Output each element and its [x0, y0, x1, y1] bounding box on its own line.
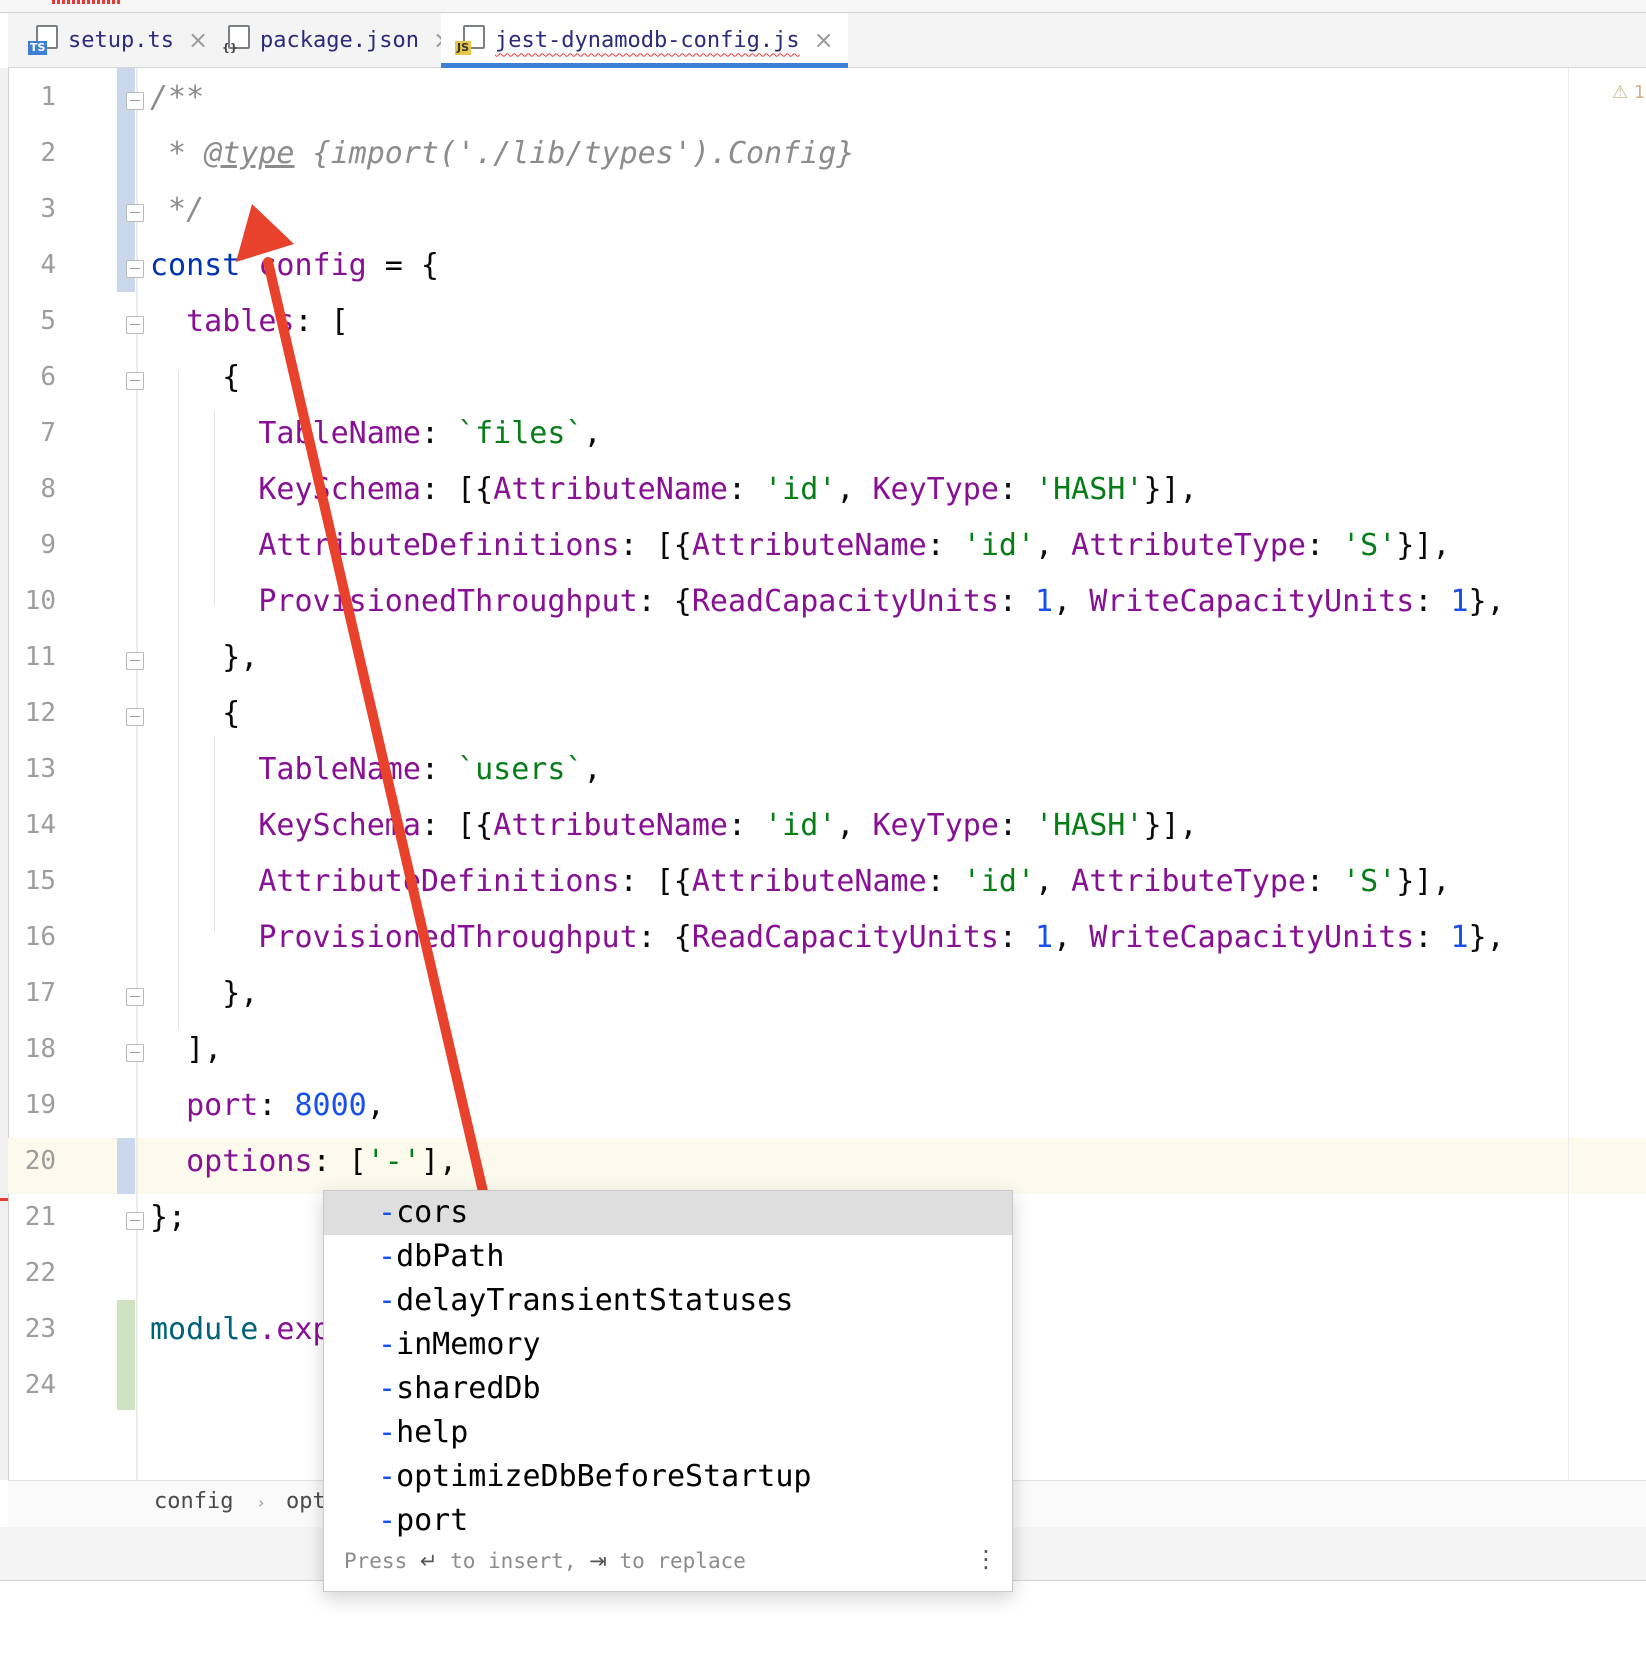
line-number: 7	[40, 418, 56, 448]
line-number: 10	[24, 586, 56, 616]
code-line-3[interactable]: */	[150, 182, 204, 238]
typescript-file-icon: TS	[28, 25, 58, 55]
line-number: 22	[24, 1258, 56, 1288]
code-line-6[interactable]: {	[150, 350, 240, 406]
code-line-19[interactable]: port: 8000,	[150, 1078, 385, 1134]
line-number: 9	[40, 530, 56, 560]
line-number: 6	[40, 362, 56, 392]
fold-toggle-icon[interactable]	[126, 204, 144, 222]
fold-toggle-icon[interactable]	[126, 92, 144, 110]
error-squiggle	[52, 0, 122, 4]
code-line-21[interactable]: };	[150, 1190, 186, 1246]
fold-toggle-icon[interactable]	[126, 708, 144, 726]
line-number: 13	[24, 754, 56, 784]
warning-indicator[interactable]: ⚠ 1	[1612, 82, 1645, 103]
fold-toggle-icon[interactable]	[126, 652, 144, 670]
breadcrumb-separator-icon: ›	[258, 1493, 265, 1512]
line-number: 11	[24, 642, 56, 672]
completion-hint: Press ↵ to insert, ⇥ to replace	[344, 1549, 746, 1573]
right-margin-guide	[1568, 68, 1569, 1480]
tab-label: setup.ts	[68, 27, 174, 53]
fold-toggle-icon[interactable]	[126, 372, 144, 390]
line-number: 4	[40, 250, 56, 280]
fold-toggle-icon[interactable]	[126, 316, 144, 334]
line-number: 3	[40, 194, 56, 224]
line-number: 24	[24, 1370, 56, 1400]
completion-item-port[interactable]: -port	[324, 1499, 1012, 1543]
line-number: 15	[24, 866, 56, 896]
line-number: 16	[24, 922, 56, 952]
tab-package-json[interactable]: {} package.json ×	[220, 13, 453, 67]
code-line-17[interactable]: },	[150, 966, 258, 1022]
completion-item-optimizedbbeforestartup[interactable]: -optimizeDbBeforeStartup	[324, 1455, 1012, 1499]
completion-item-delaytransientstatuses[interactable]: -delayTransientStatuses	[324, 1279, 1012, 1323]
fold-toggle-icon[interactable]	[126, 260, 144, 278]
close-icon[interactable]: ×	[814, 26, 834, 54]
line-number: 20	[24, 1146, 56, 1176]
line-number: 12	[24, 698, 56, 728]
line-number: 14	[24, 810, 56, 840]
error-marker	[0, 1198, 8, 1201]
completion-item-inmemory[interactable]: -inMemory	[324, 1323, 1012, 1367]
code-line-18[interactable]: ],	[150, 1022, 222, 1078]
code-line-8[interactable]: KeySchema: [{AttributeName: 'id', KeyTyp…	[150, 462, 1197, 518]
code-line-11[interactable]: },	[150, 630, 258, 686]
code-line-1[interactable]: /**	[150, 70, 204, 126]
code-line-23[interactable]: module.exp	[150, 1302, 331, 1358]
completion-item-cors[interactable]: -cors	[324, 1191, 1012, 1235]
tab-setup-ts[interactable]: TS setup.ts ×	[28, 13, 208, 67]
breadcrumb-item-options[interactable]: opt	[286, 1489, 326, 1514]
enter-key-icon: ↵	[419, 1549, 438, 1573]
line-number: 19	[24, 1090, 56, 1120]
completion-item-help[interactable]: -help	[324, 1411, 1012, 1455]
fold-toggle-icon[interactable]	[126, 988, 144, 1006]
line-number: 2	[40, 138, 56, 168]
vcs-added-marker[interactable]	[117, 1300, 135, 1410]
tab-label: jest-dynamodb-config.js	[495, 27, 800, 53]
code-line-9[interactable]: AttributeDefinitions: [{AttributeName: '…	[150, 518, 1450, 574]
line-number: 18	[24, 1034, 56, 1064]
code-line-14[interactable]: KeySchema: [{AttributeName: 'id', KeyTyp…	[150, 798, 1197, 854]
line-number: 23	[24, 1314, 56, 1344]
code-line-2[interactable]: * @type {import('./lib/types').Config}	[150, 126, 854, 182]
tab-jest-dynamodb-config[interactable]: JS jest-dynamodb-config.js ×	[441, 13, 848, 68]
code-line-20[interactable]: options: ['-'],	[150, 1134, 457, 1190]
line-number: 5	[40, 306, 56, 336]
close-icon[interactable]: ×	[188, 26, 208, 54]
code-line-4[interactable]: const config = {	[150, 238, 439, 294]
code-line-13[interactable]: TableName: `users`,	[150, 742, 601, 798]
code-line-10[interactable]: ProvisionedThroughput: {ReadCapacityUnit…	[150, 574, 1504, 630]
code-line-12[interactable]: {	[150, 686, 240, 742]
tab-label: package.json	[260, 27, 419, 53]
line-number: 17	[24, 978, 56, 1008]
completion-item-shareddb[interactable]: -sharedDb	[324, 1367, 1012, 1411]
code-line-15[interactable]: AttributeDefinitions: [{AttributeName: '…	[150, 854, 1450, 910]
completion-item-dbpath[interactable]: -dbPath	[324, 1235, 1012, 1279]
code-line-7[interactable]: TableName: `files`,	[150, 406, 601, 462]
line-number: 8	[40, 474, 56, 504]
line-number: 21	[24, 1202, 56, 1232]
editor-left-border	[0, 68, 9, 1480]
fold-toggle-icon[interactable]	[126, 1212, 144, 1230]
jsdoc-tag: @type	[204, 136, 295, 171]
tab-key-icon: ⇥	[589, 1549, 607, 1573]
vcs-modified-marker[interactable]	[117, 1138, 135, 1194]
fold-toggle-icon[interactable]	[126, 1044, 144, 1062]
line-number: 1	[40, 82, 56, 112]
javascript-file-icon: JS	[455, 25, 485, 55]
json-file-icon: {}	[220, 25, 250, 55]
code-line-16[interactable]: ProvisionedThroughput: {ReadCapacityUnit…	[150, 910, 1504, 966]
window-top-strip	[0, 0, 1646, 13]
more-options-icon[interactable]: ⋮	[974, 1545, 998, 1573]
editor-tab-bar: TS setup.ts × {} package.json × JS jest-…	[8, 13, 1646, 68]
code-completion-popup[interactable]: -cors -dbPath -delayTransientStatuses -i…	[323, 1190, 1013, 1592]
breadcrumb-item-config[interactable]: config	[154, 1489, 233, 1514]
gutter-separator	[136, 68, 138, 1480]
code-line-5[interactable]: tables: [	[150, 294, 349, 350]
